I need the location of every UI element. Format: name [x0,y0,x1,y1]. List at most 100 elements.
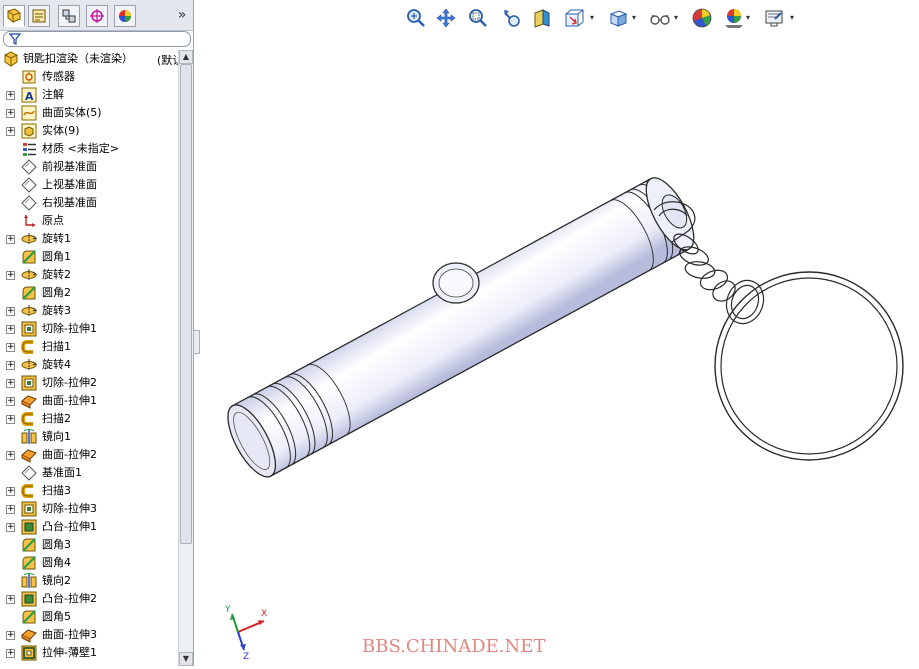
tree-item[interactable]: + 旋转1 [0,230,178,248]
tree-item[interactable]: + 切除-拉伸3 [0,500,178,518]
tree-item-label: 圆角2 [42,286,71,299]
expand-toggle[interactable]: + [6,127,15,136]
expand-toggle[interactable]: + [6,271,15,280]
tree-item[interactable]: 原点 [0,212,178,230]
expand-toggle[interactable]: + [6,649,15,658]
scroll-down-button[interactable]: ▼ [179,652,193,666]
heads-up-view-toolbar: ▾ ▾ ▾ ▾ ▾ [404,6,804,32]
tree-item[interactable]: + 旋转2 [0,266,178,284]
revolve-icon [21,357,38,373]
zoom-to-fit-icon [407,9,425,27]
scroll-up-button[interactable]: ▲ [179,50,193,64]
tree-item-label: 拉伸-薄壁1 [42,646,97,659]
tree-item[interactable]: + 扫描3 [0,482,178,500]
expand-toggle[interactable]: + [6,397,15,406]
tree-item[interactable]: 镜向2 [0,572,178,590]
expand-toggle[interactable]: + [6,235,15,244]
tree-scrollbar[interactable]: ▲ ▼ [178,50,193,666]
tree-item[interactable]: + 曲面-拉伸1 [0,392,178,410]
display-style-button[interactable] [606,6,630,30]
view-settings-button[interactable] [762,6,786,30]
view-settings-dropdown[interactable]: ▾ [790,14,796,22]
tree-item[interactable]: + 实体(9) [0,122,178,140]
zoom-area-button[interactable] [466,6,490,30]
expand-toggle[interactable]: + [6,487,15,496]
tree-item[interactable]: 镜向1 [0,428,178,446]
tree-item[interactable]: + 扫描2 [0,410,178,428]
keychain-flashlight-model[interactable] [194,30,919,666]
tree-item[interactable]: 圆角1 [0,248,178,266]
zoom-to-fit-button[interactable] [404,6,428,30]
expand-toggle[interactable]: + [6,343,15,352]
tree-item[interactable]: 上视基准面 [0,176,178,194]
tree-item[interactable]: + 切除-拉伸1 [0,320,178,338]
tree-item[interactable]: + 凸台-拉伸2 [0,590,178,608]
tree-item[interactable]: 右视基准面 [0,194,178,212]
graphics-area[interactable] [194,30,919,666]
tree-item[interactable]: + 曲面-拉伸2 [0,446,178,464]
previous-view-button[interactable] [500,6,524,30]
fillet-icon [21,537,37,553]
tree-item[interactable]: 圆角3 [0,536,178,554]
hide-show-button[interactable] [648,6,672,30]
surface-extrude-icon [21,627,37,643]
pan-button[interactable] [434,6,458,30]
scroll-thumb[interactable] [180,64,192,544]
display-style-dropdown[interactable]: ▾ [632,14,638,22]
tree-item[interactable]: + 扫描1 [0,338,178,356]
tab-dimxpert[interactable] [86,5,108,27]
expand-toggle[interactable]: + [6,109,15,118]
tree-filter-input[interactable] [3,31,191,47]
fillet-icon [21,249,37,265]
tree-item[interactable]: + A 注解 [0,86,178,104]
tree-item[interactable]: 圆角4 [0,554,178,572]
edit-appearance-button[interactable] [690,6,714,30]
triad-z-label: Z [243,652,249,662]
expand-toggle[interactable]: + [6,361,15,370]
expand-toggle[interactable]: + [6,451,15,460]
feature-tree: 钥匙扣渲染（未渲染） (默认 传感器 + A 注解 + 曲面实体(5) + 实体(9) 材质 <… [0,50,178,666]
expand-toggle[interactable]: + [6,307,15,316]
triad-x-label: X [261,609,267,619]
expand-toggle[interactable]: + [6,523,15,532]
expand-toggle[interactable]: + [6,631,15,640]
tree-item-label: 切除-拉伸1 [42,322,97,335]
tree-item[interactable]: 圆角2 [0,284,178,302]
fillet-icon [21,555,37,571]
expand-toggle[interactable]: + [6,325,15,334]
tab-feature-tree[interactable] [3,5,25,27]
tree-root-part[interactable]: 钥匙扣渲染（未渲染） (默认 [0,50,178,68]
annotation-icon: A [21,87,37,103]
view-orientation-dropdown[interactable]: ▾ [590,14,596,22]
tree-item[interactable]: + 曲面实体(5) [0,104,178,122]
expand-toggle[interactable]: + [6,91,15,100]
tab-display-manager[interactable] [114,5,136,27]
view-orientation-button[interactable] [562,6,586,30]
tree-item[interactable]: 圆角5 [0,608,178,626]
hide-show-icon [650,14,670,25]
expand-toggle[interactable]: + [6,505,15,514]
tree-item[interactable]: 基准面1 [0,464,178,482]
tree-item[interactable]: 材质 <未指定> [0,140,178,158]
property-manager-icon [32,9,46,23]
tree-item[interactable]: + 切除-拉伸2 [0,374,178,392]
apply-scene-dropdown[interactable]: ▾ [746,14,752,22]
feature-manager-panel: » 钥匙扣渲染（未渲染） (默认 传感器 + A 注解 + 曲面实体(5) + 实体(9) 材质… [0,0,194,666]
expand-toggle[interactable]: + [6,415,15,424]
tree-item[interactable]: + 旋转3 [0,302,178,320]
tree-item[interactable]: + 凸台-拉伸1 [0,518,178,536]
tab-property-manager[interactable] [28,5,50,27]
tree-item[interactable]: 前视基准面 [0,158,178,176]
tree-item[interactable]: 传感器 [0,68,178,86]
section-view-button[interactable] [530,6,554,30]
apply-scene-button[interactable] [722,6,746,30]
tree-item[interactable]: + 旋转4 [0,356,178,374]
tree-item[interactable]: + 曲面-拉伸3 [0,626,178,644]
more-tabs-button[interactable]: » [174,6,190,24]
tab-configuration-manager[interactable] [58,5,80,27]
tree-item[interactable]: + 拉伸-薄壁1 [0,644,178,662]
hide-show-dropdown[interactable]: ▾ [674,14,680,22]
filter-icon [9,33,21,45]
expand-toggle[interactable]: + [6,595,15,604]
expand-toggle[interactable]: + [6,379,15,388]
